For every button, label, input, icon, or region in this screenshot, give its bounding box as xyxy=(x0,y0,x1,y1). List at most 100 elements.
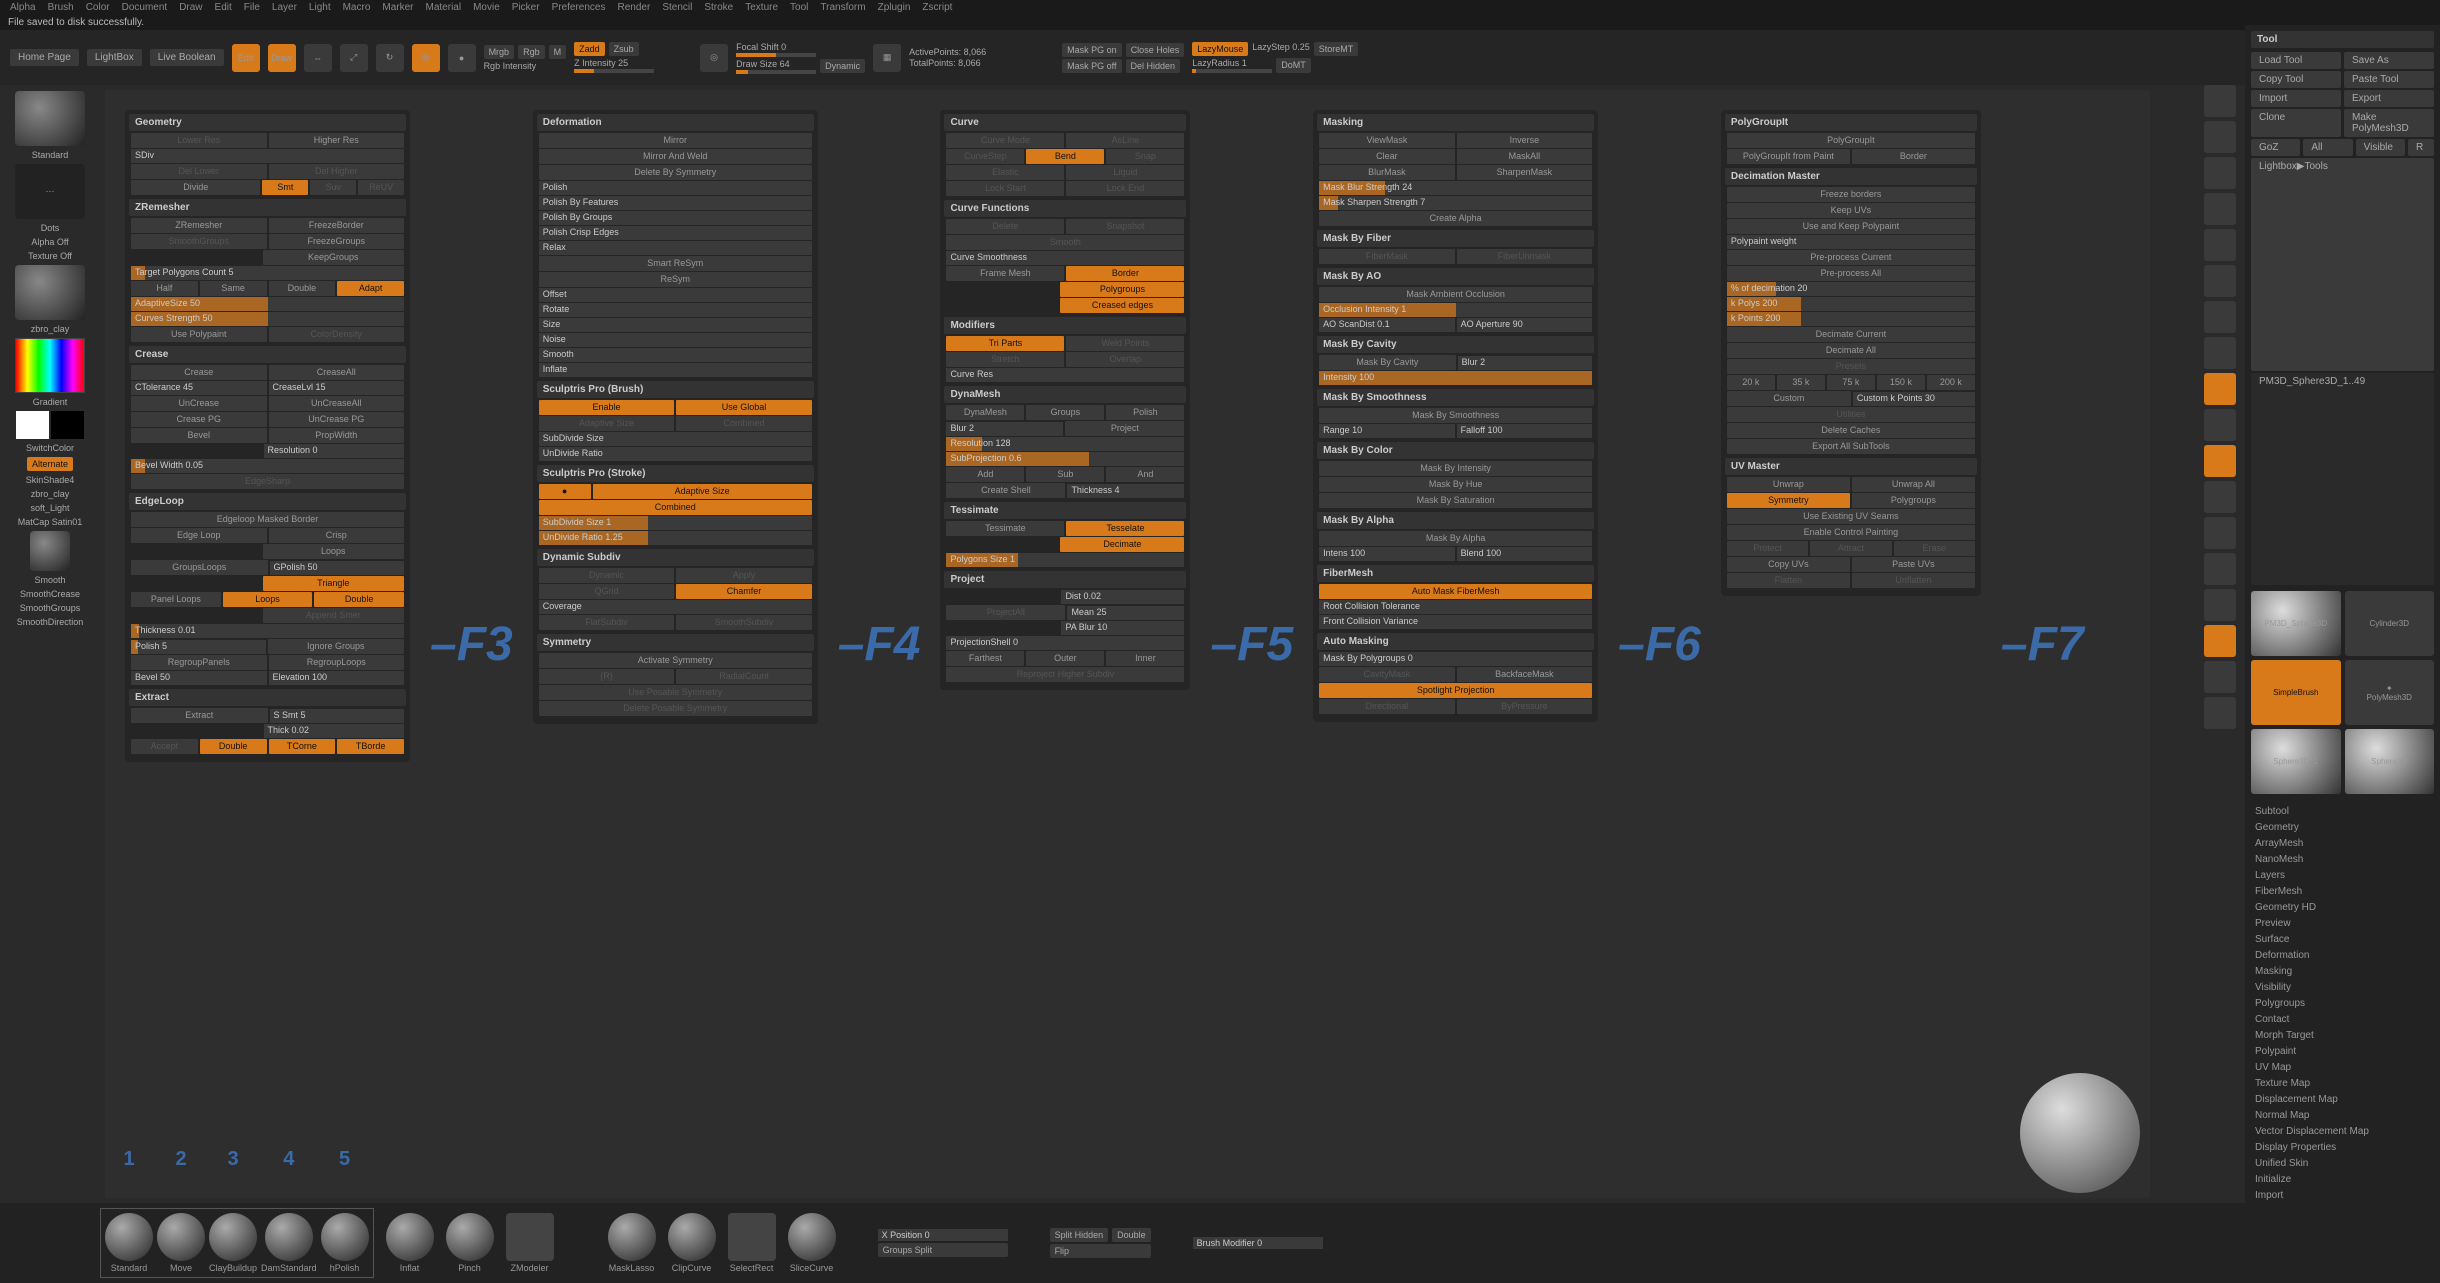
polish5-slider[interactable]: Polish 5 xyxy=(131,640,266,654)
texture-off-label[interactable]: Texture Off xyxy=(28,251,72,261)
menu-arraymesh[interactable]: ArrayMesh xyxy=(2251,836,2434,851)
transp-icon[interactable] xyxy=(2204,589,2236,621)
del-hidden-button[interactable]: Del Hidden xyxy=(1126,59,1181,73)
crease-button[interactable]: Crease xyxy=(131,365,267,380)
close-holes-button[interactable]: Close Holes xyxy=(1126,43,1185,57)
menu-fibermesh[interactable]: FiberMesh xyxy=(2251,884,2434,899)
triparts-button[interactable]: Tri Parts xyxy=(946,336,1064,351)
sub-button[interactable]: Sub xyxy=(1026,467,1104,482)
smooth-thumb[interactable] xyxy=(30,531,70,571)
relax-slider[interactable]: Relax xyxy=(539,241,812,255)
tool-simplebrush[interactable]: SimpleBrush xyxy=(2251,660,2341,725)
tool-cylinder[interactable]: Cylinder3D xyxy=(2345,591,2435,656)
unwrap-button[interactable]: Unwrap xyxy=(1727,477,1850,492)
thickness-slider[interactable]: Thickness 0.01 xyxy=(131,624,404,638)
clone-button[interactable]: Clone xyxy=(2251,109,2341,137)
brush-modifier-slider[interactable]: Brush Modifier 0 xyxy=(1193,1237,1323,1249)
lightbox-tools-button[interactable]: Lightbox▶Tools xyxy=(2251,158,2434,371)
crease-header[interactable]: Crease xyxy=(129,346,406,363)
tessimate-button[interactable]: Tessimate xyxy=(946,521,1064,536)
live-boolean-button[interactable]: Live Boolean xyxy=(150,49,224,66)
masksharp-slider[interactable]: Mask Sharpen Strength 7 xyxy=(1319,196,1592,210)
zsub-button[interactable]: Zsub xyxy=(609,42,639,56)
adapt-button[interactable]: Adapt xyxy=(337,281,404,296)
preset-75k-button[interactable]: 75 k xyxy=(1827,375,1875,390)
tool-preview-sphere[interactable] xyxy=(2020,1073,2140,1193)
preset-20k-button[interactable]: 20 k xyxy=(1727,375,1775,390)
inverse-button[interactable]: Inverse xyxy=(1457,133,1593,148)
custom-button[interactable]: Custom xyxy=(1727,391,1851,406)
mask-cavity-header[interactable]: Mask By Cavity xyxy=(1317,336,1594,353)
save-as-button[interactable]: Save As xyxy=(2344,52,2434,69)
border-button[interactable]: Border xyxy=(1066,266,1184,281)
paste-tool-button[interactable]: Paste Tool xyxy=(2344,71,2434,88)
spotlight-proj-button[interactable]: Spotlight Projection xyxy=(1319,683,1592,698)
outer-button[interactable]: Outer xyxy=(1026,651,1104,666)
regrouploops-button[interactable]: RegroupLoops xyxy=(269,655,405,670)
higher-res-button[interactable]: Higher Res xyxy=(269,133,405,148)
do-mt-button[interactable]: DoMT xyxy=(1276,58,1311,73)
snapshot-button[interactable]: Snapshot xyxy=(1066,219,1184,234)
farthest-button[interactable]: Farthest xyxy=(946,651,1024,666)
import-button[interactable]: Import xyxy=(2251,90,2341,107)
snap-button[interactable]: Snap xyxy=(1106,149,1184,164)
adaptive-size-s-button[interactable]: Adaptive Size xyxy=(593,484,812,499)
stretch-button[interactable]: Stretch xyxy=(946,352,1064,367)
uncreaseall-button[interactable]: UnCreaseAll xyxy=(269,396,405,411)
edgesharp-button[interactable]: EdgeSharp xyxy=(131,474,404,489)
sculptris-icon[interactable]: ● xyxy=(539,484,591,499)
mirror-button[interactable]: Mirror xyxy=(539,133,812,148)
menu-vector-disp-map[interactable]: Vector Displacement Map xyxy=(2251,1124,2434,1139)
groupsloops-button[interactable]: GroupsLoops xyxy=(131,560,268,575)
uncrease-button[interactable]: UnCrease xyxy=(131,396,267,411)
range-slider[interactable]: Range 10 xyxy=(1319,424,1455,438)
menu-stencil[interactable]: Stencil xyxy=(662,2,692,13)
subdiv-size-slider[interactable]: SubDivide Size xyxy=(539,432,812,446)
dynamesh-header[interactable]: DynaMesh xyxy=(944,386,1186,403)
project-button[interactable]: Project xyxy=(1065,421,1184,436)
menu-zscript[interactable]: Zscript xyxy=(922,2,952,13)
mask-pg-on-button[interactable]: Mask PG on xyxy=(1062,43,1122,57)
menu-geometry[interactable]: Geometry xyxy=(2251,820,2434,835)
deformation-header[interactable]: Deformation xyxy=(537,114,814,131)
menu-alpha[interactable]: Alpha xyxy=(10,2,36,13)
protect-button[interactable]: Protect xyxy=(1727,541,1808,556)
pct-dec-slider[interactable]: % of decimation 20 xyxy=(1727,282,1975,296)
erase-button[interactable]: Erase xyxy=(1894,541,1975,556)
menu-display-props[interactable]: Display Properties xyxy=(2251,1140,2434,1155)
pre-all-button[interactable]: Pre-process All xyxy=(1727,266,1975,281)
menu-surface[interactable]: Surface xyxy=(2251,932,2434,947)
blur2-slider[interactable]: Blur 2 xyxy=(1458,356,1593,370)
smoothgroups-button[interactable]: SmoothGroups xyxy=(131,234,267,249)
pablur-slider[interactable]: PA Blur 10 xyxy=(1061,621,1184,635)
loops-button[interactable]: Loops xyxy=(263,544,405,559)
paste-uvs-button[interactable]: Paste UVs xyxy=(1852,557,1975,572)
smoothgroups-label[interactable]: SmoothGroups xyxy=(20,603,81,613)
sharpenmask-button[interactable]: SharpenMask xyxy=(1457,165,1593,180)
symmetry-header[interactable]: Symmetry xyxy=(537,634,814,651)
frame-icon[interactable] xyxy=(2204,481,2236,513)
draw-mode-button[interactable]: Draw xyxy=(268,44,296,72)
spix-icon[interactable] xyxy=(2204,121,2236,153)
fiberunmask-button[interactable]: FiberUnmask xyxy=(1457,249,1593,264)
menu-stroke[interactable]: Stroke xyxy=(704,2,733,13)
mask-smooth-header[interactable]: Mask By Smoothness xyxy=(1317,389,1594,406)
double-button[interactable]: Double xyxy=(269,281,336,296)
border-pg-button[interactable]: Border xyxy=(1852,149,1975,164)
ignore-groups-button[interactable]: Ignore Groups xyxy=(268,639,405,654)
delete-caches-button[interactable]: Delete Caches xyxy=(1727,423,1975,438)
skinshade-label[interactable]: SkinShade4 xyxy=(26,475,75,485)
curves-strength-slider[interactable]: Curves Strength 50 xyxy=(131,312,404,326)
pre-current-button[interactable]: Pre-process Current xyxy=(1727,250,1975,265)
menu-masking[interactable]: Masking xyxy=(2251,964,2434,979)
polish-crisp-slider[interactable]: Polish Crisp Edges xyxy=(539,226,812,240)
tcorner-button[interactable]: TCorne xyxy=(269,739,336,754)
combined-s-button[interactable]: Combined xyxy=(539,500,812,515)
focal-shift-slider[interactable]: Focal Shift 0 xyxy=(736,42,865,52)
preset-35k-button[interactable]: 35 k xyxy=(1777,375,1825,390)
polyweight-slider[interactable]: Polypaint weight xyxy=(1727,235,1975,249)
create-alpha-button[interactable]: Create Alpha xyxy=(1319,211,1592,226)
smoothcrease-label[interactable]: SmoothCrease xyxy=(20,589,80,599)
sculptris-brush-header[interactable]: Sculptris Pro (Brush) xyxy=(537,381,814,398)
custom-k-slider[interactable]: Custom k Points 30 xyxy=(1853,392,1975,406)
